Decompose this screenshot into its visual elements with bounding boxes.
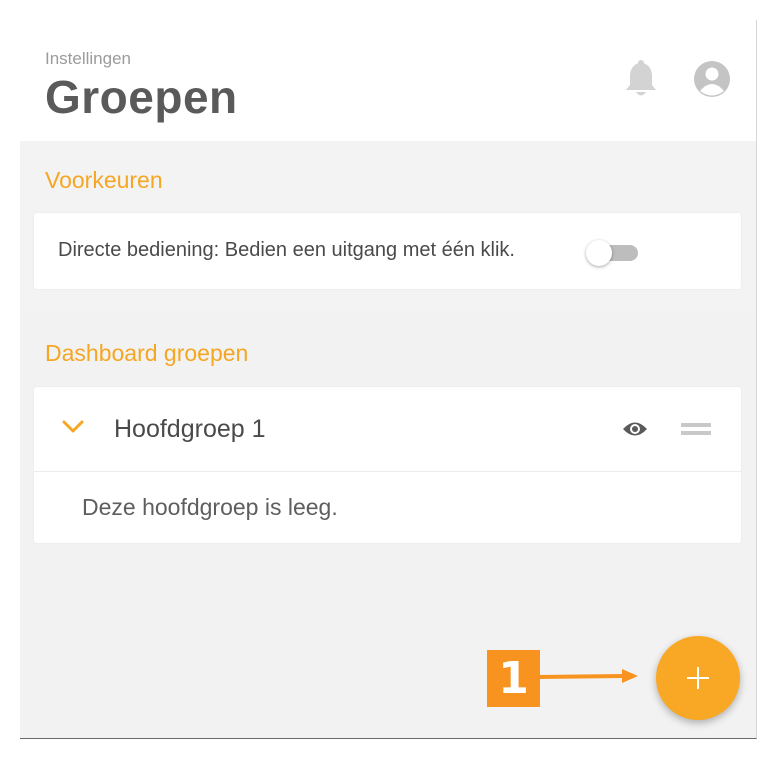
preferences-title: Voorkeuren [45, 167, 163, 193]
breadcrumb[interactable]: Instellingen [45, 49, 131, 69]
app-window: Instellingen Groepen Voorkeuren Directe … [20, 20, 757, 739]
user-avatar-icon[interactable] [693, 60, 731, 98]
dashboard-groups-title: Dashboard groepen [45, 340, 249, 366]
annotation-badge: 1 [487, 650, 540, 707]
bell-icon[interactable] [623, 60, 659, 100]
group-name[interactable]: Hoofdgroep 1 [114, 415, 266, 444]
direct-control-toggle[interactable] [586, 240, 638, 266]
group-card: Hoofdgroep 1 Deze hoofdgroep is leeg. [34, 387, 741, 543]
page-header: Instellingen Groepen [20, 20, 756, 141]
toggle-knob [586, 240, 612, 266]
eye-icon[interactable] [622, 418, 648, 440]
drag-handle-icon[interactable] [680, 419, 712, 439]
chevron-down-icon[interactable] [60, 417, 86, 437]
preference-card: Directe bediening: Bedien een uitgang me… [34, 213, 741, 289]
preferences-section: Voorkeuren Directe bediening: Bedien een… [20, 141, 756, 313]
page-title: Groepen [45, 71, 238, 123]
add-group-button[interactable] [656, 636, 740, 720]
plus-icon [687, 667, 709, 689]
dashboard-groups-section: Dashboard groepen Hoofdgroep 1 Deze hoof… [20, 313, 756, 738]
empty-group-message: Deze hoofdgroep is leeg. [82, 494, 338, 520]
annotation-arrow [537, 668, 638, 686]
direct-control-label: Directe bediening: Bedien een uitgang me… [58, 239, 515, 261]
group-header-row[interactable]: Hoofdgroep 1 [34, 387, 741, 472]
